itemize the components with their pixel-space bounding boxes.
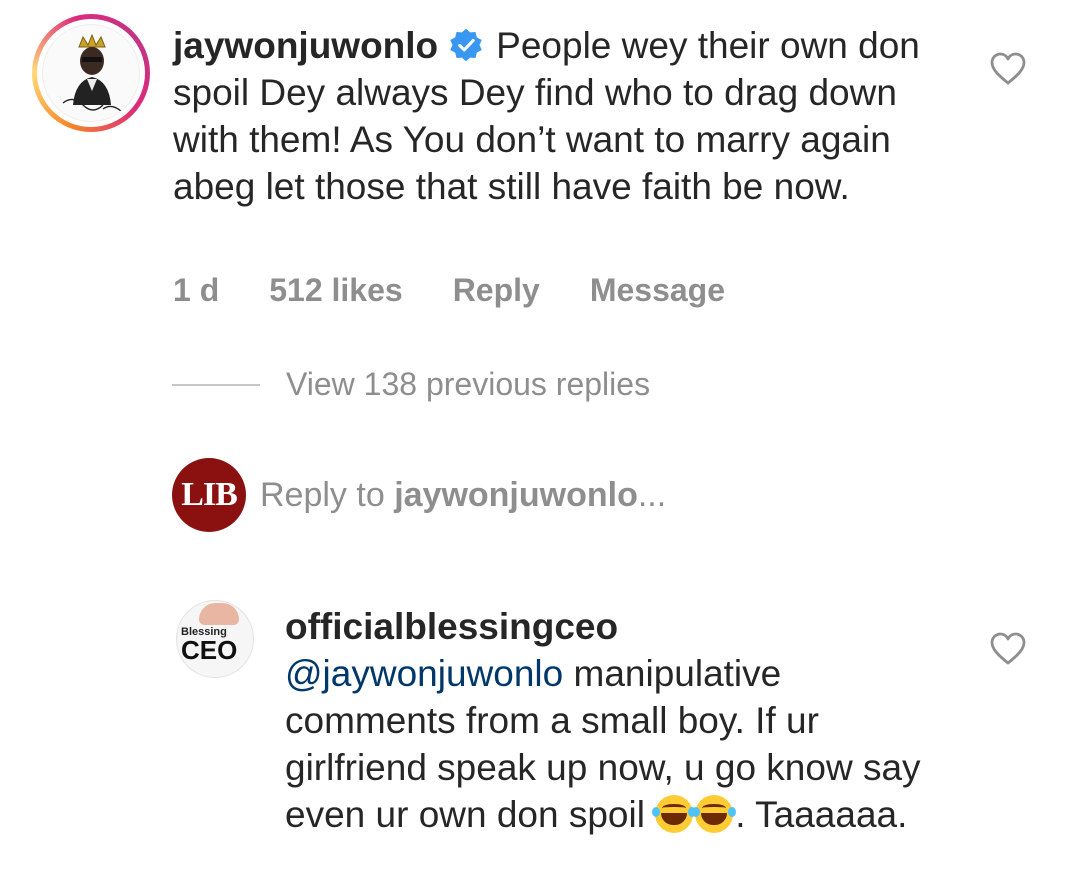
like-heart-icon[interactable] xyxy=(990,52,1026,86)
comment-body: jaywonjuwonlo People wey their own don s… xyxy=(173,22,963,210)
reply-prefix: Reply to xyxy=(260,475,395,514)
reply-suffix: ... xyxy=(637,475,667,514)
comment-username-2[interactable]: officialblessingceo xyxy=(285,603,945,650)
avatar-feet-image xyxy=(199,603,239,625)
lib-avatar: LIB xyxy=(172,458,246,532)
message-button[interactable]: Message xyxy=(590,272,725,309)
comment-age: 1 d xyxy=(173,272,220,308)
avatar-portrait-icon xyxy=(62,33,122,112)
tears-of-joy-emoji-icon xyxy=(652,795,697,833)
reply-input-placeholder[interactable]: Reply to jaywonjuwonlo... xyxy=(260,476,666,515)
story-avatar-jaywonjuwonlo[interactable] xyxy=(32,14,150,132)
verified-badge-icon xyxy=(450,28,482,62)
reply-composer[interactable]: LIB Reply to jaywonjuwonlo... xyxy=(172,458,666,532)
reply-button[interactable]: Reply xyxy=(453,272,540,309)
avatar-ceo-text: CEO xyxy=(181,635,238,665)
like-heart-icon-2[interactable] xyxy=(990,632,1026,666)
comment-meta: 1 d 512 likes Reply Message xyxy=(173,272,725,309)
avatar-officialblessingceo[interactable]: Blessing CEO xyxy=(176,600,254,678)
mention-link[interactable]: @jaywonjuwonlo xyxy=(285,653,563,694)
reply-target: jaywonjuwonlo xyxy=(394,475,638,514)
tears-of-joy-emoji-icon xyxy=(692,795,737,833)
view-previous-replies[interactable]: View 138 previous replies xyxy=(172,366,650,403)
comment-text-2: @jaywonjuwonlo manipulative comments fro… xyxy=(285,650,945,838)
comment-body-2: officialblessingceo @jaywonjuwonlo manip… xyxy=(285,603,945,838)
view-replies-label: View 138 previous replies xyxy=(286,366,651,402)
divider-line xyxy=(172,383,260,386)
comment-text-part-2: . Taaaaaa. xyxy=(735,794,908,835)
comment-likes[interactable]: 512 likes xyxy=(269,272,402,309)
comment-username[interactable]: jaywonjuwonlo xyxy=(173,25,438,66)
